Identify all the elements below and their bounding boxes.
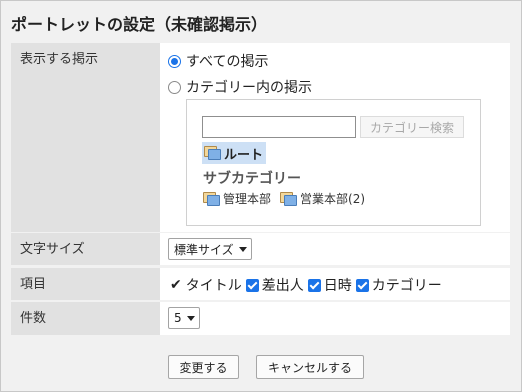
font-size-select[interactable]: 標準サイズ xyxy=(168,238,252,260)
category-search-input[interactable] xyxy=(202,116,356,138)
folder-icon xyxy=(203,191,220,206)
subcategory-item-kanri[interactable]: 管理本部 xyxy=(203,190,271,207)
radio-all-posts[interactable]: すべての掲示 xyxy=(168,51,268,71)
checkbox-sender-label: 差出人 xyxy=(261,278,304,294)
count-select-value: 5 xyxy=(174,311,182,325)
items-options: ✔ タイトル 差出人 日時 カテゴリー xyxy=(170,275,446,295)
font-size-label: 文字サイズ xyxy=(11,233,160,265)
save-button[interactable]: 変更する xyxy=(168,355,239,379)
folder-icon xyxy=(280,191,298,206)
subcategory-item-label: 管理本部 xyxy=(223,192,272,206)
portlet-settings-panel: ポートレットの設定（未確認掲示） 表示する掲示 すべての掲示 カテゴリー内の掲示… xyxy=(0,0,522,392)
checkbox-sender[interactable]: 差出人 xyxy=(245,275,304,295)
radio-category-posts[interactable]: カテゴリー内の掲示 xyxy=(168,77,312,97)
page-title: ポートレットの設定（未確認掲示） xyxy=(11,15,268,34)
subcategory-item-label: 営業本部(2) xyxy=(300,192,366,206)
item-title-fixed: ✔ タイトル xyxy=(170,275,242,295)
radio-button[interactable] xyxy=(168,80,181,94)
display-label: 表示する掲示 xyxy=(11,43,160,232)
count-select[interactable]: 5 xyxy=(168,307,200,329)
subcategory-item-eigyo[interactable]: 営業本部(2) xyxy=(280,190,365,207)
folder-icon xyxy=(204,146,221,160)
category-search-button[interactable]: カテゴリー検索 xyxy=(360,116,464,138)
count-label: 件数 xyxy=(11,302,160,335)
checkbox-checked-icon[interactable] xyxy=(355,278,369,292)
subcategory-heading: サブカテゴリー xyxy=(203,171,301,187)
check-mark-icon: ✔ xyxy=(170,277,182,293)
checkbox-checked-icon[interactable] xyxy=(307,278,321,292)
items-label: 項目 xyxy=(11,268,160,300)
checkbox-datetime-label: 日時 xyxy=(323,278,352,294)
item-title-label: タイトル xyxy=(185,278,242,294)
checkbox-category[interactable]: カテゴリー xyxy=(355,275,442,295)
category-picker: カテゴリー検索 ルート サブカテゴリー 管理本部 営業本部(2) xyxy=(186,99,481,226)
chevron-down-icon xyxy=(238,246,247,252)
count-value-cell xyxy=(160,302,510,335)
chevron-down-icon xyxy=(186,315,195,321)
radio-all-posts-label: すべての掲示 xyxy=(186,54,269,70)
radio-button-selected[interactable] xyxy=(168,54,181,68)
tree-node-root[interactable]: ルート xyxy=(202,142,267,164)
subcategory-list: 管理本部 営業本部(2) xyxy=(203,190,374,207)
font-size-select-value: 標準サイズ xyxy=(174,242,234,257)
checkbox-checked-icon[interactable] xyxy=(245,278,259,292)
cancel-button[interactable]: キャンセルする xyxy=(256,355,364,379)
checkbox-datetime[interactable]: 日時 xyxy=(307,275,352,295)
radio-category-posts-label: カテゴリー内の掲示 xyxy=(186,80,312,96)
tree-node-root-label: ルート xyxy=(224,147,264,163)
checkbox-category-label: カテゴリー xyxy=(371,278,442,294)
